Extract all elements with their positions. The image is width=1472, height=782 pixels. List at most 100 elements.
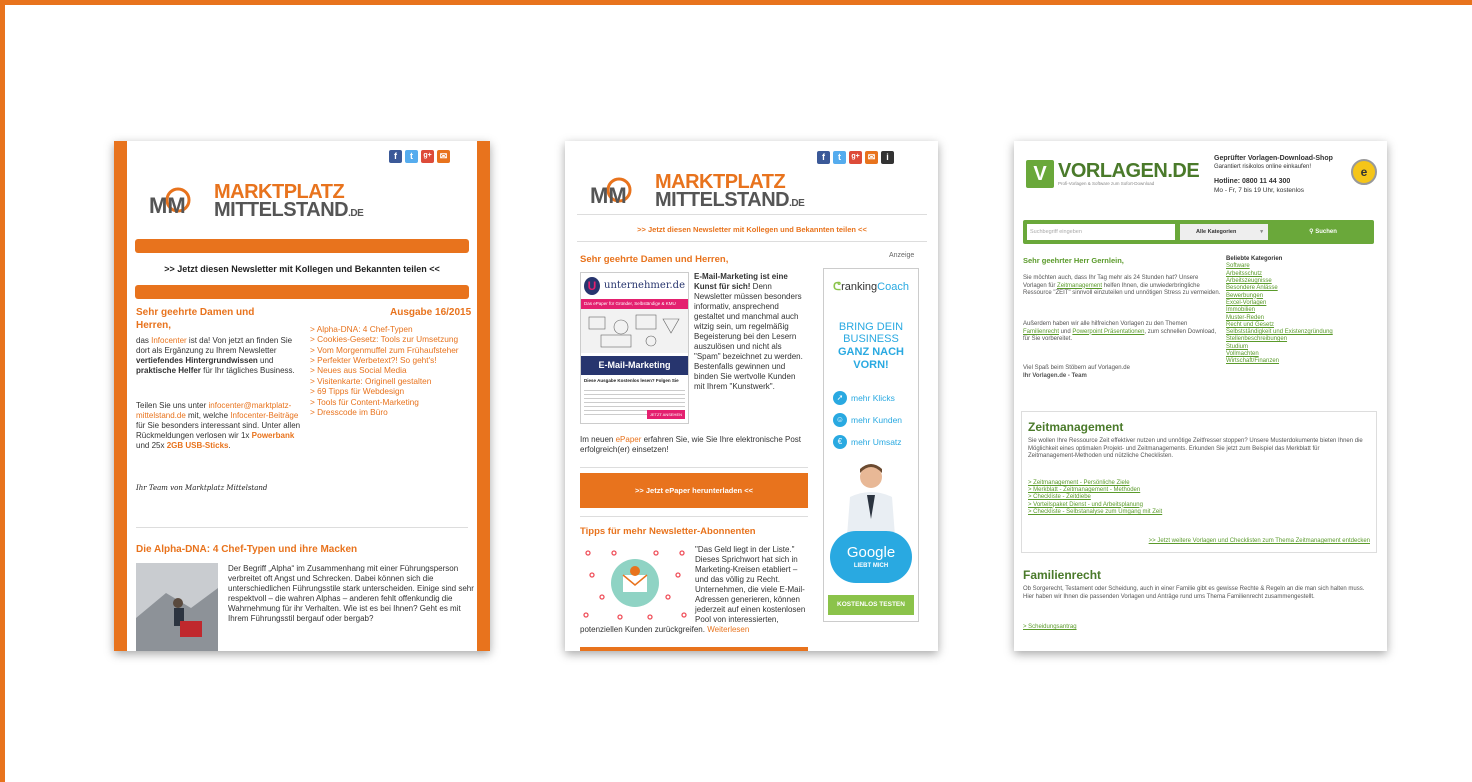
cursor-icon: ➚ [833, 391, 847, 406]
search-button[interactable]: ⚲ Suchen [1283, 224, 1363, 240]
powerpoint-link[interactable]: Powerpoint Präsentationen [1072, 329, 1144, 335]
social-bar: f t g+ ✉ [389, 150, 450, 163]
shop-info: Geprüfter Vorlagen-Download-Shop Garanti… [1214, 155, 1333, 194]
toc-item[interactable]: > Neues aus Social Media [310, 365, 478, 375]
more-zeitmanagement-link[interactable]: >> Jetzt weitere Vorlagen und Checkliste… [1149, 538, 1370, 546]
cta-divider [580, 467, 808, 468]
greeting-heading: Sehr geehrte Damen und Herren, [136, 307, 255, 331]
category-link[interactable]: Studium [1226, 344, 1376, 351]
familienrecht-text: Ob Sorgerecht, Testament oder Scheidung,… [1023, 586, 1365, 600]
vorlagen-logo: V VORLAGEN.DE Profi-Vorlagen & Software … [1026, 160, 1200, 188]
zeitmanagement-box: Zeitmanagement Sie wollen Ihre Ressource… [1021, 411, 1377, 553]
greeting-heading: Sehr geehrte Damen und Herren, [580, 254, 729, 265]
tips-title[interactable]: Tipps für mehr Newsletter-Abonnenten [580, 526, 756, 538]
toc-item[interactable]: > Dresscode im Büro [310, 407, 478, 417]
info-icon[interactable]: i [881, 151, 894, 164]
category-link[interactable]: Wirtschaft/Finanzen [1226, 358, 1376, 365]
document-link[interactable]: > Vorteilspaket Dienst - und Arbeitsplan… [1028, 502, 1328, 509]
category-link[interactable]: Selbstständigkeit und Existenzgründung [1226, 329, 1376, 336]
category-link[interactable]: Besondere Anlässe [1226, 285, 1376, 292]
document-link[interactable]: > Zeitmanagement - Persönliche Ziele [1028, 480, 1328, 487]
epaper-illustration [581, 308, 688, 353]
epaper-read-button[interactable]: JETZT ANSEHEN [646, 410, 685, 419]
epaper-link[interactable]: ePaper [616, 435, 642, 444]
category-link[interactable]: Software [1226, 263, 1376, 270]
category-select[interactable]: Alle Kategorien ▾ [1180, 224, 1268, 240]
toc-item[interactable]: > Perfekter Werbetext?! So geht's! [310, 355, 478, 365]
toc-item[interactable]: > Cookies-Gesetz: Tools zur Umsetzung [310, 334, 478, 344]
newsletter-card-vorlagen[interactable]: V VORLAGEN.DE Profi-Vorlagen & Software … [1014, 141, 1387, 651]
logo-text: MARKTPLATZ MITTELSTAND.DE [214, 181, 364, 221]
signature: Ihr Team von Marktplatz Mittelstand [136, 484, 268, 492]
share-newsletter-link[interactable]: >> Jetzt diesen Newsletter mit Kollegen … [577, 225, 927, 234]
article-title[interactable]: Die Alpha-DNA: 4 Chef-Typen und ihre Mac… [136, 544, 357, 557]
read-more-link[interactable]: Weiterlesen [707, 625, 749, 634]
feedback-paragraph: Teilen Sie uns unter infocenter@marktpla… [136, 401, 301, 450]
ad-headline: BRING DEIN BUSINESS GANZ NACH VORN! [838, 320, 904, 371]
share-newsletter-link[interactable]: >> Jetzt diesen Newsletter mit Kollegen … [127, 264, 477, 275]
logo-text: MARKTPLATZ MITTELSTAND.DE [655, 171, 805, 211]
toc-item[interactable]: > Alpha-DNA: 4 Chef-Typen [310, 324, 478, 334]
googleplus-icon[interactable]: g+ [421, 150, 434, 163]
free-trial-button[interactable]: KOSTENLOS TESTEN [828, 595, 914, 615]
right-orange-border [477, 141, 490, 651]
search-bar: Suchbegriff eingeben Alle Kategorien ▾ ⚲ … [1023, 220, 1374, 244]
category-link[interactable]: Immobilien [1226, 307, 1376, 314]
category-link[interactable]: Excel-Vorlagen [1226, 300, 1376, 307]
marktplatz-logo: MM MARKTPLATZ MITTELSTAND.DE [589, 171, 805, 211]
zeitmanagement-links: > Zeitmanagement - Persönliche Ziele > M… [1028, 480, 1328, 516]
document-link[interactable]: > Merkblatt - Zeitmanagement - Methoden [1028, 487, 1328, 494]
popular-categories: Beliebte Kategorien Software Arbeitsschu… [1226, 256, 1376, 366]
twitter-icon[interactable]: t [833, 151, 846, 164]
tips-text: "Das Geld liegt in der Liste." Dieses Sp… [580, 545, 806, 634]
left-orange-border [114, 141, 127, 651]
zeitmanagement-link[interactable]: Zeitmanagement [1057, 283, 1102, 289]
toc-item[interactable]: > 69 Tipps für Webdesign [310, 386, 478, 396]
facebook-icon[interactable]: f [817, 151, 830, 164]
category-link[interactable]: Recht und Gesetz [1226, 322, 1376, 329]
category-link[interactable]: Stellenbeschreibungen [1226, 336, 1376, 343]
infocenter-articles-link[interactable]: Infocenter-Beiträge [230, 411, 298, 420]
download-epaper-button[interactable]: >> Jetzt ePaper herunterladen << [580, 473, 808, 508]
newsletter-card-marktplatz-2[interactable]: f t g+ ✉ i MM MARKTPLATZ MITTELSTAND.DE … [565, 141, 938, 651]
familienrecht-link[interactable]: Familienrecht [1023, 329, 1059, 335]
category-link[interactable]: Bewerbungen [1226, 293, 1376, 300]
chevron-down-icon: ▾ [1260, 229, 1263, 235]
facebook-icon[interactable]: f [389, 150, 402, 163]
toc-item[interactable]: > Tools für Content-Marketing [310, 397, 478, 407]
svg-text:MM: MM [149, 193, 186, 216]
svg-text:MM: MM [590, 183, 627, 206]
ad-benefit: ☺ mehr Kunden [833, 409, 918, 431]
infocenter-link[interactable]: Infocenter [151, 336, 187, 345]
epaper-intro: E-Mail-Marketing ist eine Kunst für sich… [694, 272, 803, 391]
trusted-shops-seal: e [1351, 159, 1377, 185]
category-link[interactable]: Arbeitszeugnisse [1226, 278, 1376, 285]
epaper-info: Im neuen ePaper erfahren Sie, wie Sie Ih… [580, 435, 802, 454]
scheidungsantrag-link[interactable]: > Scheidungsantrag [1023, 624, 1077, 632]
googleplus-icon[interactable]: g+ [849, 151, 862, 164]
rankingcoach-logo: ᕦrankingCoach [833, 281, 909, 293]
category-link[interactable]: Muster-Reden [1226, 315, 1376, 322]
table-of-contents: > Alpha-DNA: 4 Chef-Typen > Cookies-Gese… [310, 324, 478, 417]
cta-divider-2 [580, 516, 808, 517]
closing-paragraph: Viel Spaß beim Stöbern auf Vorlagen.de I… [1023, 365, 1130, 379]
orange-divider-top [135, 239, 469, 253]
twitter-icon[interactable]: t [405, 150, 418, 163]
rankingcoach-ad[interactable]: ᕦrankingCoach BRING DEIN BUSINESS GANZ N… [823, 268, 919, 622]
social-bar: f t g+ ✉ i [817, 151, 894, 164]
newsletter-card-marktplatz-1[interactable]: f t g+ ✉ MM MARKTPLATZ MITTELSTAND.DE >>… [114, 141, 490, 651]
euro-icon: € [833, 435, 847, 450]
search-input[interactable]: Suchbegriff eingeben [1027, 224, 1175, 240]
category-link[interactable]: Vollmachten [1226, 351, 1376, 358]
mail-icon[interactable]: ✉ [865, 151, 878, 164]
mail-icon[interactable]: ✉ [437, 150, 450, 163]
toc-item[interactable]: > Visitenkarte: Originell gestalten [310, 376, 478, 386]
epaper-cover[interactable]: U unternehmer.de Das ePaper für Gründer,… [580, 272, 689, 424]
intro-paragraph: Sie möchten auch, dass Ihr Tag mehr als … [1023, 275, 1221, 296]
document-link[interactable]: > Checkliste - Zeitdiebe [1028, 494, 1328, 501]
category-link[interactable]: Arbeitsschutz [1226, 271, 1376, 278]
toc-item[interactable]: > Vom Morgenmuffel zum Frühaufsteher [310, 345, 478, 355]
users-icon: ☺ [833, 413, 847, 428]
marktplatz-logo: MM MARKTPLATZ MITTELSTAND.DE [148, 181, 364, 221]
document-link[interactable]: > Checkliste - Selbstanalyse zum Umgang … [1028, 509, 1328, 516]
